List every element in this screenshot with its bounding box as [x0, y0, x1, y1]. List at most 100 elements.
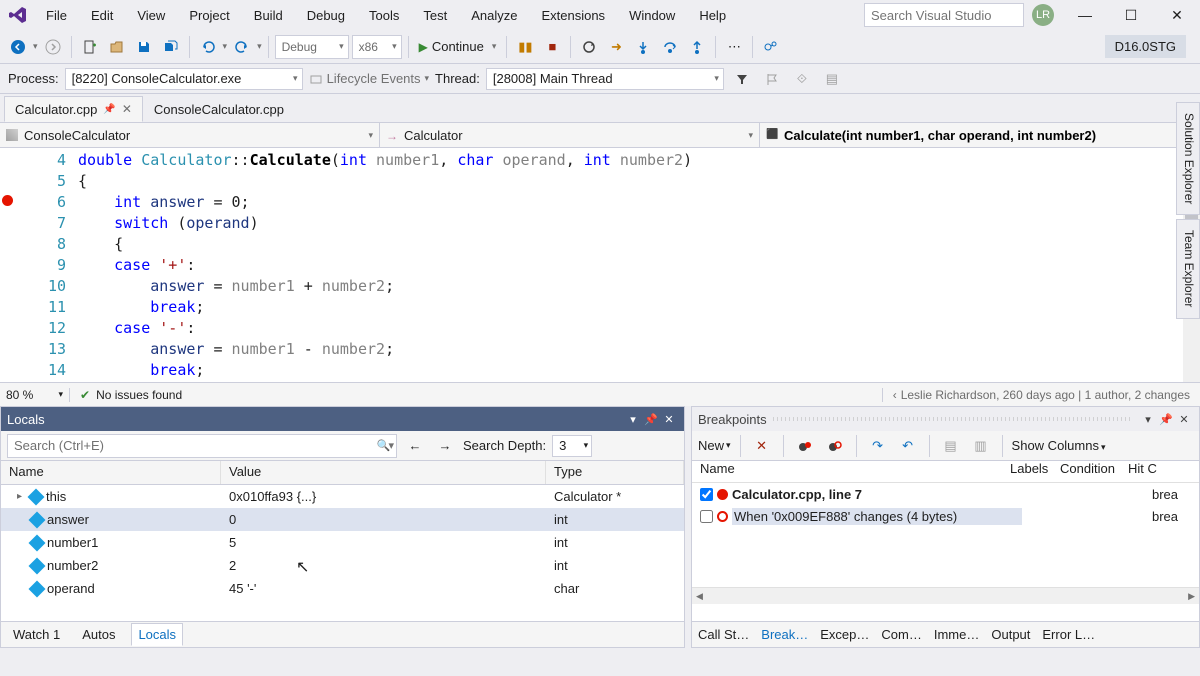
thread-dropdown[interactable]: [28008] Main Thread	[486, 68, 724, 90]
breakpoint-row[interactable]: When '0x009EF888' changes (4 bytes)brea	[692, 505, 1199, 527]
locals-search-input[interactable]: Search (Ctrl+E)	[7, 434, 397, 458]
live-share-icon[interactable]	[759, 35, 783, 59]
continue-button[interactable]: ▶Continue▾	[415, 35, 501, 59]
menu-build[interactable]: Build	[242, 3, 295, 28]
undo-button[interactable]	[196, 35, 220, 59]
delete-breakpoint-button[interactable]: ✕	[750, 434, 774, 458]
step-over-button[interactable]	[658, 35, 682, 59]
search-next-button[interactable]: →	[433, 434, 457, 458]
minimize-button[interactable]: —	[1062, 0, 1108, 30]
tab-autos[interactable]: Autos	[76, 624, 121, 645]
function-dropdown[interactable]: Calculate(int number1, char operand, int…	[760, 123, 1200, 147]
tab-output[interactable]: Output	[991, 627, 1030, 642]
menu-tools[interactable]: Tools	[357, 3, 411, 28]
locals-row[interactable]: answer0int	[1, 508, 684, 531]
tab-calculator-cpp[interactable]: Calculator.cpp 📌 ✕	[4, 96, 143, 122]
save-all-button[interactable]	[159, 35, 183, 59]
lifecycle-dropdown[interactable]: Lifecycle Events▾	[309, 71, 429, 86]
locals-row[interactable]: operand45 '-'char	[1, 577, 684, 600]
tab-errorlist[interactable]: Error L…	[1042, 627, 1095, 642]
stop-button[interactable]: ■	[540, 35, 564, 59]
locals-title-bar[interactable]: Locals ▾ 📌 ✕	[1, 407, 684, 431]
menu-extensions[interactable]: Extensions	[529, 3, 617, 28]
pin-icon[interactable]: 📌	[1157, 413, 1175, 426]
tab-watch1[interactable]: Watch 1	[7, 624, 66, 645]
config-dropdown[interactable]: Debug	[275, 35, 349, 59]
close-button[interactable]: ✕	[1154, 0, 1200, 30]
codelens-indicator[interactable]: ‹Leslie Richardson, 260 days ago | 1 aut…	[882, 388, 1200, 402]
toggle-all-button[interactable]	[823, 434, 847, 458]
show-next-statement-button[interactable]: ➜	[604, 35, 628, 59]
show-columns-dropdown[interactable]: Show Columns▾	[1012, 438, 1106, 453]
new-breakpoint-button[interactable]: New▾	[698, 438, 731, 453]
save-button[interactable]	[132, 35, 156, 59]
step-out-button[interactable]	[685, 35, 709, 59]
platform-dropdown[interactable]: x86	[352, 35, 402, 59]
nav-forward-button[interactable]	[41, 35, 65, 59]
menu-analyze[interactable]: Analyze	[459, 3, 529, 28]
export-button[interactable]: ↷	[866, 434, 890, 458]
code-content[interactable]: double Calculator::Calculate(int number1…	[78, 148, 1200, 382]
menu-test[interactable]: Test	[411, 3, 459, 28]
flag-icon[interactable]	[760, 67, 784, 91]
menu-debug[interactable]: Debug	[295, 3, 357, 28]
menu-project[interactable]: Project	[177, 3, 241, 28]
import-button[interactable]: ↶	[896, 434, 920, 458]
tab-locals[interactable]: Locals	[131, 623, 183, 646]
maximize-button[interactable]: ☐	[1108, 0, 1154, 30]
step-into-button[interactable]	[631, 35, 655, 59]
panel-dropdown-icon[interactable]: ▾	[1139, 413, 1157, 426]
delete-all-button[interactable]	[793, 434, 817, 458]
close-panel-icon[interactable]: ✕	[660, 413, 678, 426]
panel-dropdown-icon[interactable]: ▾	[624, 413, 642, 426]
breakpoints-title-bar[interactable]: Breakpoints ▾ 📌 ✕	[692, 407, 1199, 431]
go-to-source-button[interactable]: ▤	[939, 434, 963, 458]
menu-view[interactable]: View	[125, 3, 177, 28]
go-to-disasm-button[interactable]: ▥	[969, 434, 993, 458]
locals-row[interactable]: number15int	[1, 531, 684, 554]
solution-explorer-tab[interactable]: Solution Explorer	[1176, 102, 1200, 215]
team-explorer-tab[interactable]: Team Explorer	[1176, 219, 1200, 318]
project-dropdown[interactable]: ConsoleCalculator	[0, 123, 380, 147]
search-input[interactable]	[864, 3, 1024, 27]
tab-command[interactable]: Com…	[881, 627, 921, 642]
code-editor[interactable]: 4 5 6 7 8 9 10 11 12 13 14 double Calcul…	[0, 148, 1200, 382]
horizontal-scrollbar[interactable]: ◀ ▶	[692, 587, 1199, 604]
open-file-button[interactable]	[105, 35, 129, 59]
locals-row[interactable]: this0x010ffa93 {...}Calculator *	[1, 485, 684, 508]
tab-exceptions[interactable]: Excep…	[820, 627, 869, 642]
tab-immediate[interactable]: Imme…	[934, 627, 980, 642]
close-panel-icon[interactable]: ✕	[1175, 413, 1193, 426]
depth-dropdown[interactable]: 3	[552, 435, 592, 457]
menu-window[interactable]: Window	[617, 3, 687, 28]
class-dropdown[interactable]: Calculator	[380, 123, 760, 147]
zoom-dropdown[interactable]: 80 %▾	[0, 388, 70, 402]
menu-edit[interactable]: Edit	[79, 3, 125, 28]
process-dropdown[interactable]: [8220] ConsoleCalculator.exe	[65, 68, 303, 90]
error-list-summary[interactable]: ✔No issues found	[70, 388, 192, 402]
filter-icon[interactable]	[730, 67, 754, 91]
nav-back-button[interactable]	[6, 35, 30, 59]
breakpoint-row[interactable]: Calculator.cpp, line 7brea	[692, 483, 1199, 505]
tab-breakpoints[interactable]: Break…	[761, 627, 808, 642]
close-tab-icon[interactable]: ✕	[122, 102, 132, 116]
menu-file[interactable]: File	[34, 3, 79, 28]
search-prev-button[interactable]: ←	[403, 434, 427, 458]
toolbar-icon[interactable]: ⋯	[722, 35, 746, 59]
pin-icon[interactable]: 📌	[642, 413, 660, 426]
menu-help[interactable]: Help	[687, 3, 738, 28]
breakpoint-checkbox[interactable]	[700, 488, 713, 501]
tab-callstack[interactable]: Call St…	[698, 627, 749, 642]
breakpoint-checkbox[interactable]	[700, 510, 713, 523]
tab-consolecalculator-cpp[interactable]: ConsoleCalculator.cpp	[143, 96, 295, 122]
locals-header: Name Value Type	[1, 461, 684, 485]
break-all-button[interactable]: ▮▮	[513, 35, 537, 59]
stack-icon[interactable]: ▤	[820, 67, 844, 91]
user-avatar[interactable]: LR	[1032, 4, 1054, 26]
threads-icon[interactable]: ⟐	[790, 67, 814, 91]
redo-button[interactable]	[230, 35, 254, 59]
new-file-button[interactable]	[78, 35, 102, 59]
pin-icon[interactable]: 📌	[103, 104, 115, 115]
locals-row[interactable]: number22int	[1, 554, 684, 577]
restart-button[interactable]	[577, 35, 601, 59]
